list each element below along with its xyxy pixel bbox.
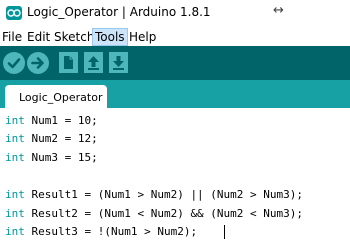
- code-editor[interactable]: int Num1 = 10; int Num2 = 12; int Num3 =…: [0, 108, 350, 250]
- menu-edit[interactable]: Edit: [27, 30, 50, 44]
- arduino-logo-icon: [6, 6, 22, 20]
- type-keyword: int: [5, 151, 25, 164]
- tab-logic-operator[interactable]: Logic_Operator: [5, 85, 107, 108]
- menu-help[interactable]: Help: [129, 30, 156, 44]
- title-bar: Logic_Operator | Arduino 1.8.1 ↔: [0, 0, 350, 28]
- type-keyword: int: [5, 225, 25, 238]
- type-keyword: int: [5, 188, 25, 201]
- menu-sketch[interactable]: Sketch: [54, 30, 94, 44]
- verify-icon: [7, 58, 21, 69]
- open-button[interactable]: [84, 52, 103, 73]
- window-title: Logic_Operator | Arduino 1.8.1: [27, 5, 211, 19]
- code-text: Num2 = 12;: [24, 132, 98, 145]
- type-keyword: int: [5, 132, 25, 145]
- type-keyword: int: [5, 114, 25, 127]
- menu-tools[interactable]: Tools: [92, 28, 128, 46]
- verify-button[interactable]: [3, 52, 25, 74]
- code-line: int Num1 = 10;: [5, 114, 98, 127]
- save-icon: [113, 56, 124, 70]
- upload-icon: [31, 57, 44, 69]
- upload-button[interactable]: [27, 52, 49, 74]
- code-line: int Result3 = !(Num1 > Num2);: [5, 225, 197, 238]
- toolbar: [0, 46, 350, 80]
- code-text: Num3 = 15;: [24, 151, 98, 164]
- menu-bar: File Edit Sketch Tools Help: [0, 28, 350, 46]
- code-line: int Num2 = 12;: [5, 132, 98, 145]
- code-line: int Result1 = (Num1 > Num2) || (Num2 > N…: [5, 188, 303, 201]
- code-text: Num1 = 10;: [24, 114, 98, 127]
- tab-label: Logic_Operator: [19, 91, 103, 104]
- type-keyword: int: [5, 207, 25, 220]
- save-button[interactable]: [109, 52, 128, 73]
- code-line: int Num3 = 15;: [5, 151, 98, 164]
- text-cursor: [224, 225, 225, 239]
- code-text: Result1 = (Num1 > Num2) || (Num2 > Num3)…: [24, 188, 304, 201]
- code-text: Result3 = !(Num1 > Num2);: [24, 225, 198, 238]
- open-icon: [88, 56, 99, 70]
- resize-cursor-icon: ↔: [273, 3, 284, 18]
- tab-bar: Logic_Operator: [0, 80, 350, 108]
- new-icon: [64, 56, 73, 69]
- new-button[interactable]: [59, 52, 78, 73]
- code-text: Result2 = (Num1 < Num2) && (Num2 < Num3)…: [24, 207, 304, 220]
- code-line: int Result2 = (Num1 < Num2) && (Num2 < N…: [5, 207, 303, 220]
- menu-file[interactable]: File: [2, 30, 22, 44]
